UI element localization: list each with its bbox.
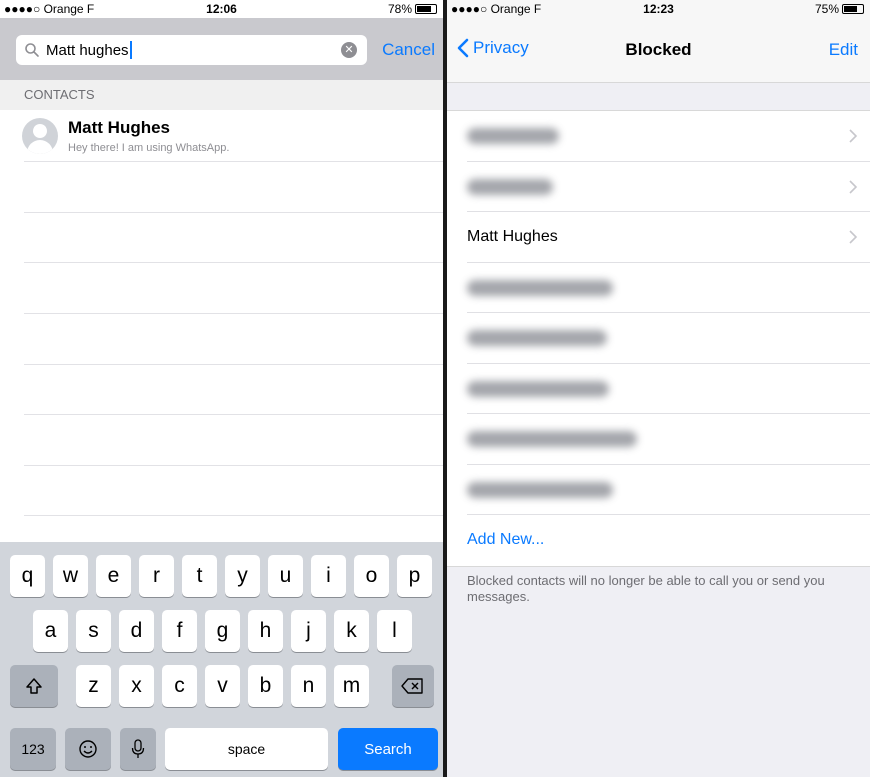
row-separator [24,364,443,365]
status-bar: ●●●●○ Orange F 12:23 75% [447,0,870,18]
edit-button[interactable]: Edit [829,40,858,60]
key-c[interactable]: c [162,665,197,707]
contact-result-row[interactable]: Matt Hughes Hey there! I am using WhatsA… [0,110,443,162]
footer-note: Blocked contacts will no longer be able … [467,573,825,604]
key-n[interactable]: n [291,665,326,707]
blurred-contact [467,178,553,195]
microphone-icon [131,739,145,758]
blurred-number [467,380,609,397]
blocked-row[interactable] [447,364,870,414]
blocked-row[interactable] [447,313,870,364]
chevron-right-icon [849,230,858,244]
key-s[interactable]: s [76,610,111,652]
blocked-row[interactable] [447,465,870,515]
blocked-screen: ●●●●○ Orange F 12:23 75% Privacy Blocked… [447,0,870,777]
search-value: Matt hughes [46,41,129,59]
contact-name: Matt Hughes [68,118,170,137]
key-v[interactable]: v [205,665,240,707]
row-separator [24,313,443,314]
text-caret [129,41,132,59]
blocked-name: Matt Hughes [467,228,558,245]
backspace-icon [401,678,423,694]
key-i[interactable]: i [311,555,346,597]
space-key[interactable]: space [165,728,328,770]
dictation-key[interactable] [120,728,156,770]
cancel-button[interactable]: Cancel [382,40,435,60]
section-header-contacts: CONTACTS [0,80,443,110]
avatar [22,118,58,154]
key-w[interactable]: w [53,555,88,597]
blocked-row-matt-hughes[interactable]: Matt Hughes [447,212,870,263]
key-k[interactable]: k [334,610,369,652]
battery-percent: 78% [387,2,412,16]
page-title: Blocked [625,40,692,59]
numbers-key[interactable]: 123 [10,728,56,770]
key-u[interactable]: u [268,555,303,597]
status-right: 78% [388,0,437,18]
blocked-row[interactable] [447,162,870,212]
key-z[interactable]: z [76,665,111,707]
row-separator [24,262,443,263]
add-new-button[interactable]: Add New... [467,531,544,549]
row-separator [24,212,443,213]
key-e[interactable]: e [96,555,131,597]
row-separator [24,465,443,466]
key-y[interactable]: y [225,555,260,597]
key-p[interactable]: p [397,555,432,597]
search-icon [25,43,39,57]
blurred-number [467,481,613,498]
navigation-bar: Privacy Blocked Edit [447,18,870,83]
search-key[interactable]: Search [338,728,438,770]
key-g[interactable]: g [205,610,240,652]
key-f[interactable]: f [162,610,197,652]
battery-icon [842,4,864,14]
status-time: 12:23 [643,2,674,16]
contact-status: Hey there! I am using WhatsApp. [68,142,230,154]
blurred-contact [467,128,559,144]
key-q[interactable]: q [10,555,45,597]
key-a[interactable]: a [33,610,68,652]
battery-icon [415,4,437,14]
row-separator [24,515,443,516]
chevron-right-icon [849,179,858,194]
key-r[interactable]: r [139,555,174,597]
blurred-number [467,431,637,447]
blocked-row[interactable] [447,414,870,465]
search-screen: ●●●●○ Orange F 12:06 78% Matt hughes ✕ C… [0,0,443,777]
row-separator [24,161,443,162]
add-new-row[interactable]: Add New... [447,515,870,566]
blurred-number [467,330,607,346]
row-separator [24,414,443,415]
search-header: Matt hughes ✕ Cancel [0,18,443,80]
status-right: 75% [815,0,864,18]
shift-icon [26,678,42,694]
status-bar: ●●●●○ Orange F 12:06 78% [0,0,443,18]
key-j[interactable]: j [291,610,326,652]
chevron-right-icon [849,129,858,143]
search-input[interactable]: Matt hughes ✕ [16,35,367,65]
key-x[interactable]: x [119,665,154,707]
key-m[interactable]: m [334,665,369,707]
key-d[interactable]: d [119,610,154,652]
keyboard: q w e r t y u i o p a s d f g h j k l z … [0,542,443,777]
clear-icon[interactable]: ✕ [341,42,357,58]
shift-key[interactable] [10,665,58,707]
emoji-icon [79,740,97,758]
blocked-row[interactable] [447,263,870,313]
backspace-key[interactable] [392,665,434,707]
blocked-list: Matt Hughes Add New... [447,110,870,567]
key-t[interactable]: t [182,555,217,597]
status-time: 12:06 [206,2,237,16]
key-b[interactable]: b [248,665,283,707]
battery-percent: 75% [814,2,839,16]
blurred-number [467,279,613,296]
key-o[interactable]: o [354,555,389,597]
key-l[interactable]: l [377,610,412,652]
key-h[interactable]: h [248,610,283,652]
blocked-row[interactable] [447,111,870,162]
emoji-key[interactable] [65,728,111,770]
